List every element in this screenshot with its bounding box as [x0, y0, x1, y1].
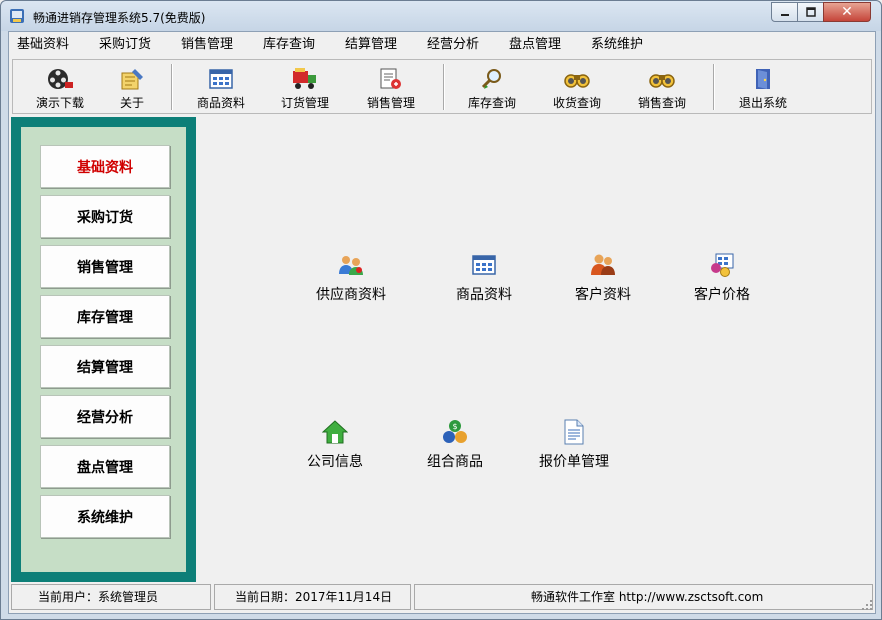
tile-products[interactable]: 商品资料 [424, 252, 544, 304]
tile-label: 公司信息 [307, 454, 363, 470]
sidebar-item-settlement[interactable]: 结算管理 [40, 345, 170, 388]
toolbar-about-button[interactable]: 关于 [103, 60, 161, 113]
sidebar-panel: 基础资料 采购订货 销售管理 库存管理 结算管理 经营分析 盘点管理 系统维护 [21, 127, 186, 572]
toolbar: 演示下载 关于 商品资料 订货管理 销售管理 库存查询 收货查询 销售查询 退出… [12, 59, 872, 114]
client-area: 基础资料 采购订货 销售管理 库存查询 结算管理 经营分析 盘点管理 系统维护 … [8, 31, 876, 614]
close-icon: ✕ [841, 4, 853, 20]
exit-door-icon [750, 67, 776, 91]
price-icon [709, 252, 735, 278]
maximize-button[interactable] [797, 2, 824, 22]
toolbar-label: 关于 [119, 96, 144, 110]
maximize-icon [805, 7, 816, 17]
app-icon [10, 9, 24, 23]
film-reel-icon [47, 67, 73, 91]
toolbar-label: 销售查询 [637, 96, 686, 110]
grid-table-icon [471, 252, 497, 278]
toolbar-order-management-button[interactable]: 订货管理 [269, 60, 341, 113]
sidebar-item-sales[interactable]: 销售管理 [40, 245, 170, 288]
resize-grip-icon[interactable] [861, 599, 873, 611]
toolbar-label: 订货管理 [280, 96, 329, 110]
menu-sales[interactable]: 销售管理 [173, 32, 255, 58]
close-button[interactable]: ✕ [823, 2, 871, 22]
menu-stocktaking[interactable]: 盘点管理 [501, 32, 583, 58]
status-current-user: 当前用户：系统管理员 [11, 584, 211, 610]
sidebar-item-basic-data[interactable]: 基础资料 [40, 145, 170, 188]
sidebar-item-analysis[interactable]: 经营分析 [40, 395, 170, 438]
main-panel: 供应商资料 商品资料 客户资料 客户价格 公司信息 $ 组合商品 报价单管理 [198, 117, 875, 582]
about-icon [119, 67, 145, 91]
toolbar-exit-button[interactable]: 退出系统 [727, 60, 799, 113]
app-window: 畅通进销存管理系统5.7(免费版) ✕ 基础资料 采购订货 销售管理 库存查询 … [0, 0, 882, 620]
tile-label: 客户资料 [575, 287, 631, 303]
title-bar[interactable]: 畅通进销存管理系统5.7(免费版) ✕ [1, 1, 881, 31]
minimize-icon [780, 14, 789, 16]
status-vendor: 畅通软件工作室 http://www.zsctsoft.com [414, 584, 873, 610]
menu-settlement[interactable]: 结算管理 [337, 32, 419, 58]
menu-purchase[interactable]: 采购订货 [91, 32, 173, 58]
house-icon [322, 419, 348, 445]
tile-company-info[interactable]: 公司信息 [275, 419, 395, 471]
toolbar-label: 库存查询 [467, 96, 516, 110]
truck-icon [292, 67, 318, 91]
sales-document-icon [378, 67, 404, 91]
sidebar-item-purchase[interactable]: 采购订货 [40, 195, 170, 238]
document-icon [561, 419, 587, 445]
menu-basic-data[interactable]: 基础资料 [9, 32, 91, 58]
window-title: 畅通进销存管理系统5.7(免费版) [33, 11, 206, 25]
tile-label: 报价单管理 [539, 454, 609, 470]
tile-customer-price[interactable]: 客户价格 [662, 252, 782, 304]
status-bar: 当前用户：系统管理员 当前日期：2017年11月14日 畅通软件工作室 http… [9, 583, 875, 613]
toolbar-inventory-query-button[interactable]: 库存查询 [456, 60, 528, 113]
status-current-date: 当前日期：2017年11月14日 [214, 584, 411, 610]
menu-bar: 基础资料 采购订货 销售管理 库存查询 结算管理 经营分析 盘点管理 系统维护 [9, 32, 875, 58]
tile-bundle-products[interactable]: $ 组合商品 [395, 419, 515, 471]
menu-inventory-query[interactable]: 库存查询 [255, 32, 337, 58]
grid-table-icon [208, 67, 234, 91]
toolbar-label: 销售管理 [366, 96, 415, 110]
toolbar-separator [443, 64, 445, 110]
suppliers-icon [338, 252, 364, 278]
binoculars-icon [564, 67, 590, 91]
sidebar-item-inventory[interactable]: 库存管理 [40, 295, 170, 338]
magnifier-icon [479, 67, 505, 91]
tile-customers[interactable]: 客户资料 [543, 252, 663, 304]
toolbar-label: 退出系统 [738, 96, 787, 110]
coins-icon: $ [442, 419, 468, 445]
tile-label: 供应商资料 [316, 287, 386, 303]
tile-quotation-management[interactable]: 报价单管理 [514, 419, 634, 471]
toolbar-separator [713, 64, 715, 110]
tile-label: 商品资料 [456, 287, 512, 303]
toolbar-sales-query-button[interactable]: 销售查询 [626, 60, 698, 113]
tile-suppliers[interactable]: 供应商资料 [291, 252, 411, 304]
toolbar-demo-download-button[interactable]: 演示下载 [25, 60, 95, 113]
svg-text:$: $ [452, 422, 457, 431]
toolbar-receiving-query-button[interactable]: 收货查询 [541, 60, 613, 113]
toolbar-label: 商品资料 [196, 96, 245, 110]
menu-analysis[interactable]: 经营分析 [419, 32, 501, 58]
binoculars-icon [649, 67, 675, 91]
tile-label: 组合商品 [427, 454, 483, 470]
sidebar-item-stocktaking[interactable]: 盘点管理 [40, 445, 170, 488]
customers-icon [590, 252, 616, 278]
sidebar: 基础资料 采购订货 销售管理 库存管理 结算管理 经营分析 盘点管理 系统维护 [11, 117, 196, 582]
minimize-button[interactable] [771, 2, 798, 22]
sidebar-item-system[interactable]: 系统维护 [40, 495, 170, 538]
toolbar-product-data-button[interactable]: 商品资料 [185, 60, 257, 113]
menu-system[interactable]: 系统维护 [583, 32, 665, 58]
toolbar-separator [171, 64, 173, 110]
toolbar-label: 演示下载 [35, 96, 84, 110]
toolbar-label: 收货查询 [552, 96, 601, 110]
tile-label: 客户价格 [694, 287, 750, 303]
toolbar-sales-management-button[interactable]: 销售管理 [355, 60, 427, 113]
